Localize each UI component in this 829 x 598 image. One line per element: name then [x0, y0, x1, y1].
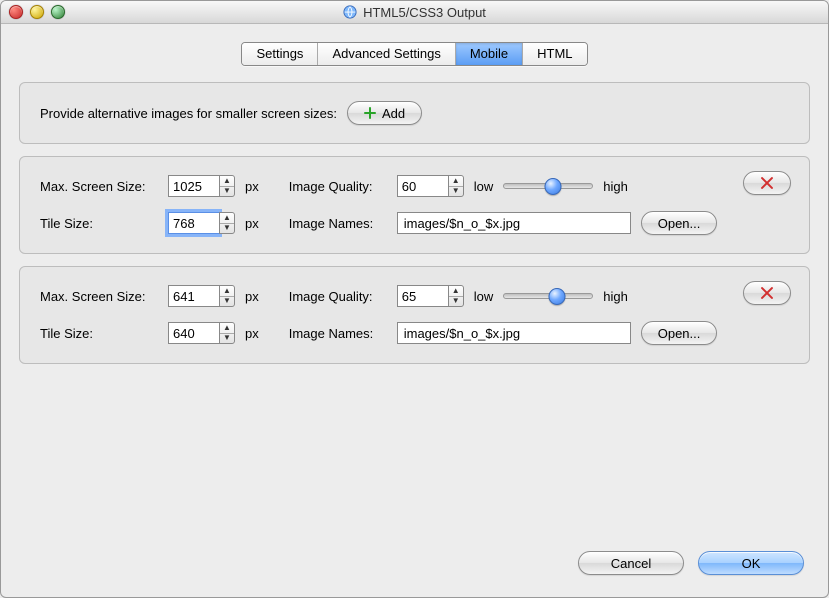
image-names-input[interactable]: [397, 212, 631, 234]
slider-high-label: high: [603, 179, 628, 194]
max-screen-size-up[interactable]: ▲: [220, 176, 234, 187]
add-button[interactable]: Add: [347, 101, 422, 125]
tile-size-stepper[interactable]: ▲ ▼: [168, 212, 235, 234]
titlebar: HTML5/CSS3 Output: [1, 1, 828, 24]
image-quality-stepper[interactable]: ▲ ▼: [397, 285, 464, 307]
dialog-window: HTML5/CSS3 Output SettingsAdvanced Setti…: [0, 0, 829, 598]
cancel-button-label: Cancel: [611, 556, 651, 571]
image-quality-down[interactable]: ▼: [449, 297, 463, 307]
px-unit: px: [245, 179, 259, 194]
image-quality-up[interactable]: ▲: [449, 286, 463, 297]
tile-size-stepper[interactable]: ▲ ▼: [168, 322, 235, 344]
cancel-button[interactable]: Cancel: [578, 551, 684, 575]
tile-size-label: Tile Size:: [40, 216, 158, 231]
image-quality-down[interactable]: ▼: [449, 187, 463, 197]
max-screen-size-arrows[interactable]: ▲ ▼: [219, 285, 235, 307]
image-quality-slider[interactable]: [503, 288, 593, 304]
max-screen-size-arrows[interactable]: ▲ ▼: [219, 175, 235, 197]
tile-size-input[interactable]: [168, 322, 219, 344]
ok-button-label: OK: [742, 556, 761, 571]
alt-images-header-panel: Provide alternative images for smaller s…: [19, 82, 810, 144]
max-screen-size-label: Max. Screen Size:: [40, 179, 158, 194]
open-button[interactable]: Open...: [641, 211, 718, 235]
tile-size-input[interactable]: [168, 212, 219, 234]
max-screen-size-stepper[interactable]: ▲ ▼: [168, 285, 235, 307]
delete-breakpoint-button[interactable]: [743, 281, 791, 305]
max-screen-size-stepper[interactable]: ▲ ▼: [168, 175, 235, 197]
max-screen-size-up[interactable]: ▲: [220, 286, 234, 297]
add-button-label: Add: [382, 106, 405, 121]
ok-button[interactable]: OK: [698, 551, 804, 575]
max-screen-size-down[interactable]: ▼: [220, 187, 234, 197]
tab-mobile[interactable]: Mobile: [456, 43, 523, 65]
close-icon: [760, 286, 774, 300]
delete-breakpoint-button[interactable]: [743, 171, 791, 195]
window-controls: [9, 5, 65, 19]
minimize-window-button[interactable]: [30, 5, 44, 19]
image-quality-slider[interactable]: [503, 178, 593, 194]
image-quality-input[interactable]: [397, 175, 448, 197]
tile-size-up[interactable]: ▲: [220, 213, 234, 224]
slider-low-label: low: [474, 289, 494, 304]
image-quality-stepper[interactable]: ▲ ▼: [397, 175, 464, 197]
tile-size-label: Tile Size:: [40, 326, 158, 341]
px-unit: px: [245, 326, 259, 341]
image-names-input[interactable]: [397, 322, 631, 344]
breakpoint-panel: Max. Screen Size: ▲ ▼ px Image Quality: …: [19, 156, 810, 254]
dialog-content: SettingsAdvanced SettingsMobileHTML Prov…: [1, 24, 828, 597]
tab-html[interactable]: HTML: [523, 43, 586, 65]
image-names-label: Image Names:: [289, 326, 387, 341]
image-quality-input[interactable]: [397, 285, 448, 307]
alt-images-prompt: Provide alternative images for smaller s…: [40, 106, 337, 121]
window-title: HTML5/CSS3 Output: [363, 5, 486, 20]
image-quality-arrows[interactable]: ▲ ▼: [448, 285, 464, 307]
tile-size-down[interactable]: ▼: [220, 224, 234, 234]
slider-high-label: high: [603, 289, 628, 304]
slider-low-label: low: [474, 179, 494, 194]
image-quality-up[interactable]: ▲: [449, 176, 463, 187]
tile-size-arrows[interactable]: ▲ ▼: [219, 212, 235, 234]
tile-size-up[interactable]: ▲: [220, 323, 234, 334]
max-screen-size-input[interactable]: [168, 175, 219, 197]
image-names-label: Image Names:: [289, 216, 387, 231]
tile-size-arrows[interactable]: ▲ ▼: [219, 322, 235, 344]
open-button[interactable]: Open...: [641, 321, 718, 345]
app-icon: [343, 5, 357, 19]
image-quality-label: Image Quality:: [289, 289, 387, 304]
close-window-button[interactable]: [9, 5, 23, 19]
max-screen-size-down[interactable]: ▼: [220, 297, 234, 307]
max-screen-size-label: Max. Screen Size:: [40, 289, 158, 304]
zoom-window-button[interactable]: [51, 5, 65, 19]
px-unit: px: [245, 216, 259, 231]
open-button-label: Open...: [658, 216, 701, 231]
tab-advanced-settings[interactable]: Advanced Settings: [318, 43, 455, 65]
plus-icon: [364, 107, 376, 119]
tile-size-down[interactable]: ▼: [220, 334, 234, 344]
tab-bar: SettingsAdvanced SettingsMobileHTML: [19, 42, 810, 66]
close-icon: [760, 176, 774, 190]
breakpoint-panel: Max. Screen Size: ▲ ▼ px Image Quality: …: [19, 266, 810, 364]
max-screen-size-input[interactable]: [168, 285, 219, 307]
image-quality-arrows[interactable]: ▲ ▼: [448, 175, 464, 197]
dialog-footer: Cancel OK: [19, 541, 810, 587]
image-quality-label: Image Quality:: [289, 179, 387, 194]
open-button-label: Open...: [658, 326, 701, 341]
px-unit: px: [245, 289, 259, 304]
tab-settings[interactable]: Settings: [242, 43, 318, 65]
